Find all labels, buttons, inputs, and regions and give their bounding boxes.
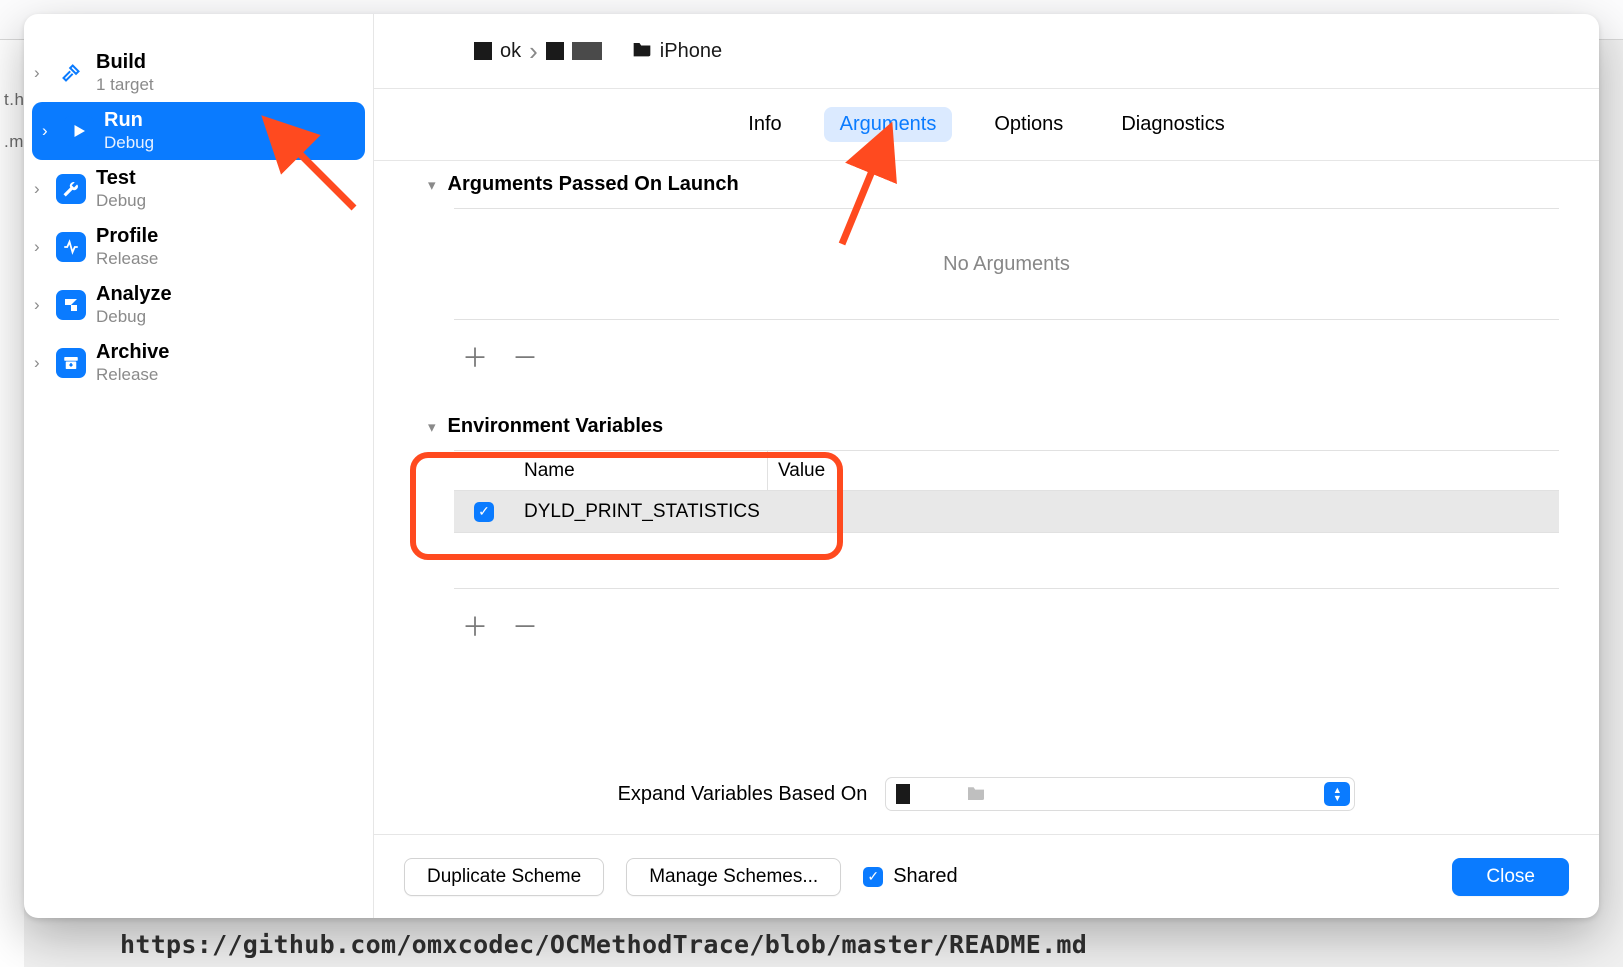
arguments-controls: ＋ － bbox=[462, 320, 1559, 403]
section-title: Arguments Passed On Launch bbox=[448, 173, 739, 196]
main-panel: ok › iPhone Info Arguments Options Diagn… bbox=[374, 14, 1599, 918]
sidebar-item-archive[interactable]: › Archive Release bbox=[24, 334, 373, 392]
empty-text: No Arguments bbox=[943, 253, 1070, 276]
remove-argument-button[interactable]: － bbox=[512, 338, 538, 375]
play-icon bbox=[64, 116, 94, 146]
target-mask bbox=[572, 42, 602, 60]
chevron-right-icon: › bbox=[34, 63, 46, 83]
background-url: https://github.com/omxcodec/OCMethodTrac… bbox=[120, 930, 1087, 959]
expand-label: Expand Variables Based On bbox=[618, 783, 868, 806]
tab-diagnostics[interactable]: Diagnostics bbox=[1105, 107, 1240, 142]
sidebar-sub: Release bbox=[96, 365, 169, 385]
wrench-icon bbox=[56, 174, 86, 204]
target-icon bbox=[546, 42, 564, 60]
chevron-right-icon: › bbox=[34, 237, 46, 257]
tab-arguments[interactable]: Arguments bbox=[824, 107, 953, 142]
tab-options[interactable]: Options bbox=[978, 107, 1079, 142]
sidebar-item-build[interactable]: › Build 1 target bbox=[24, 44, 373, 102]
updown-icon: ▲▼ bbox=[1324, 782, 1350, 806]
folder-icon bbox=[632, 39, 652, 63]
bg-file-m: .m bbox=[4, 132, 24, 152]
tab-info[interactable]: Info bbox=[732, 107, 797, 142]
bg-file-h: t.h bbox=[4, 90, 24, 110]
col-value[interactable]: Value bbox=[768, 451, 1559, 490]
gauge-icon bbox=[56, 232, 86, 262]
duplicate-scheme-button[interactable]: Duplicate Scheme bbox=[404, 858, 604, 896]
sidebar-title: Run bbox=[104, 109, 154, 133]
sidebar-title: Analyze bbox=[96, 283, 172, 307]
add-argument-button[interactable]: ＋ bbox=[462, 338, 488, 375]
chevron-right-icon: › bbox=[34, 179, 46, 199]
sidebar-item-test[interactable]: › Test Debug bbox=[24, 160, 373, 218]
background-file-strip: t.h .m bbox=[0, 40, 24, 967]
chevron-right-icon: › bbox=[34, 295, 46, 315]
breadcrumb[interactable]: ok › iPhone bbox=[374, 14, 1599, 88]
chevron-down-icon: ▾ bbox=[428, 418, 436, 436]
env-row-name[interactable]: DYLD_PRINT_STATISTICS bbox=[514, 501, 768, 523]
section-title: Environment Variables bbox=[448, 415, 664, 438]
sidebar-item-analyze[interactable]: › Analyze Debug bbox=[24, 276, 373, 334]
sidebar-title: Build bbox=[96, 51, 154, 75]
breadcrumb-device: iPhone bbox=[660, 40, 722, 63]
app-icon bbox=[896, 784, 910, 804]
scheme-sidebar: › Build 1 target › Run Debug › bbox=[24, 14, 374, 918]
scheme-editor-sheet: › Build 1 target › Run Debug › bbox=[24, 14, 1599, 918]
sidebar-sub: Debug bbox=[104, 133, 154, 153]
shared-checkbox-row[interactable]: ✓ Shared bbox=[863, 865, 958, 888]
sidebar-sub: Release bbox=[96, 249, 158, 269]
sidebar-item-profile[interactable]: › Profile Release bbox=[24, 218, 373, 276]
arguments-empty: No Arguments bbox=[454, 208, 1559, 320]
col-name[interactable]: Name bbox=[514, 451, 768, 490]
sidebar-sub: 1 target bbox=[96, 75, 154, 95]
shared-label: Shared bbox=[893, 865, 958, 888]
app-icon bbox=[474, 42, 492, 60]
chevron-right-icon: › bbox=[34, 353, 46, 373]
section-arguments-header[interactable]: ▾ Arguments Passed On Launch bbox=[404, 161, 1559, 208]
env-table-header: Name Value bbox=[454, 451, 1559, 491]
breadcrumb-seg-1: ok bbox=[500, 40, 521, 63]
archive-icon bbox=[56, 348, 86, 378]
section-env-header[interactable]: ▾ Environment Variables bbox=[404, 403, 1559, 450]
chevron-right-icon: › bbox=[529, 36, 538, 67]
footer: Duplicate Scheme Manage Schemes... ✓ Sha… bbox=[374, 834, 1599, 918]
shared-checkbox[interactable]: ✓ bbox=[863, 867, 883, 887]
expand-variables-select[interactable]: ▲▼ bbox=[885, 777, 1355, 811]
tabbar: Info Arguments Options Diagnostics bbox=[374, 89, 1599, 160]
env-row[interactable]: ✓ DYLD_PRINT_STATISTICS bbox=[454, 491, 1559, 533]
manage-schemes-button[interactable]: Manage Schemes... bbox=[626, 858, 841, 896]
chevron-right-icon: › bbox=[42, 121, 54, 141]
sidebar-sub: Debug bbox=[96, 191, 146, 211]
sidebar-sub: Debug bbox=[96, 307, 172, 327]
remove-env-button[interactable]: － bbox=[512, 607, 538, 644]
env-table: Name Value ✓ DYLD_PRINT_STATISTICS bbox=[454, 450, 1559, 533]
sidebar-title: Archive bbox=[96, 341, 169, 365]
folder-icon bbox=[966, 783, 986, 806]
sidebar-title: Test bbox=[96, 167, 146, 191]
sidebar-title: Profile bbox=[96, 225, 158, 249]
env-controls: ＋ － bbox=[462, 589, 1559, 672]
sidebar-item-run[interactable]: › Run Debug bbox=[32, 102, 365, 160]
expand-variables-row: Expand Variables Based On ▲▼ bbox=[374, 770, 1599, 818]
close-button[interactable]: Close bbox=[1452, 858, 1569, 896]
env-row-checkbox[interactable]: ✓ bbox=[474, 502, 494, 522]
analyze-icon bbox=[56, 290, 86, 320]
chevron-down-icon: ▾ bbox=[428, 176, 436, 194]
add-env-button[interactable]: ＋ bbox=[462, 607, 488, 644]
hammer-icon bbox=[56, 58, 86, 88]
